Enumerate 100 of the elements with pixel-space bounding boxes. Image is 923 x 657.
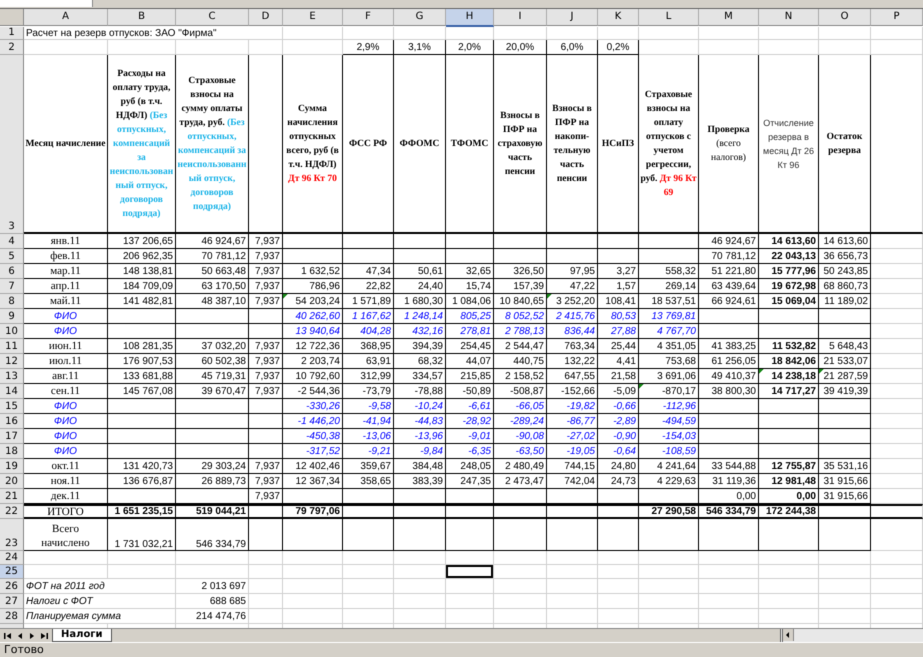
table-cell: -450,38 — [283, 429, 343, 444]
row-number[interactable]: 3 — [0, 55, 24, 234]
table-cell: -152,66 — [547, 384, 598, 399]
table-cell — [283, 594, 343, 609]
table-cell — [343, 519, 394, 551]
row-number[interactable]: 20 — [0, 474, 24, 489]
table-cell: 39 419,39 — [819, 384, 871, 399]
table-cell — [249, 594, 283, 609]
row-number[interactable]: 12 — [0, 354, 24, 369]
table-cell — [871, 369, 923, 384]
table-cell — [108, 444, 176, 459]
row-number[interactable]: 15 — [0, 399, 24, 414]
row-number[interactable]: 4 — [0, 234, 24, 249]
table-cell: 7,937 — [249, 294, 283, 309]
table-cell: 108,41 — [598, 294, 639, 309]
first-sheet-icon[interactable] — [3, 630, 13, 640]
table-cell — [871, 40, 923, 55]
column-header[interactable]: N — [759, 9, 819, 26]
column-title-cell: Сумма начисления отпускных всего, руб (в т.ч. НДФЛ) Дт 96 Кт 70 — [283, 55, 343, 234]
column-header[interactable]: O — [819, 9, 871, 26]
row-number[interactable]: 27 — [0, 594, 24, 609]
table-cell: 805,25 — [446, 309, 494, 324]
table-cell: 763,34 — [547, 339, 598, 354]
table-cell: 2 203,74 — [283, 354, 343, 369]
table-cell — [394, 565, 446, 579]
table-cell: 61 256,05 — [699, 354, 759, 369]
table-cell: 1 632,52 — [283, 264, 343, 279]
table-cell: 24,40 — [394, 279, 446, 294]
column-header[interactable]: I — [494, 9, 547, 26]
table-cell: 2 480,49 — [494, 459, 547, 474]
column-header[interactable]: A — [24, 9, 108, 26]
table-cell: 157,39 — [494, 279, 547, 294]
column-header[interactable]: F — [343, 9, 394, 26]
table-cell: 63 439,64 — [699, 279, 759, 294]
column-header[interactable]: P — [871, 9, 923, 26]
table-cell — [819, 324, 871, 339]
row-number[interactable]: 22 — [0, 504, 24, 519]
row-number[interactable]: 2 — [0, 40, 24, 55]
row-number[interactable]: 11 — [0, 339, 24, 354]
table-cell: 358,65 — [343, 474, 394, 489]
table-cell: 7,937 — [249, 354, 283, 369]
table-cell: 184 709,09 — [108, 279, 176, 294]
row-number[interactable]: 10 — [0, 324, 24, 339]
table-cell: ФИО — [24, 429, 108, 444]
table-cell — [249, 429, 283, 444]
row-number[interactable]: 7 — [0, 279, 24, 294]
row-number[interactable]: 6 — [0, 264, 24, 279]
row-number[interactable]: 13 — [0, 369, 24, 384]
table-cell — [819, 551, 871, 565]
row-number[interactable]: 5 — [0, 249, 24, 264]
table-cell — [394, 504, 446, 519]
table-cell: 13 940,64 — [283, 324, 343, 339]
table-cell: 21 287,59 — [819, 369, 871, 384]
row-number[interactable]: 18 — [0, 444, 24, 459]
column-header[interactable]: M — [699, 9, 759, 26]
table-cell — [394, 594, 446, 609]
table-cell: 7,937 — [249, 369, 283, 384]
row-number[interactable]: 17 — [0, 429, 24, 444]
row-number[interactable]: 26 — [0, 579, 24, 594]
row-number[interactable]: 25 — [0, 565, 24, 579]
table-cell — [283, 27, 343, 40]
row-number[interactable]: 24 — [0, 551, 24, 565]
sheet-tab[interactable]: Налоги — [52, 629, 112, 642]
table-cell: 48 387,10 — [176, 294, 249, 309]
row-number[interactable]: 28 — [0, 609, 24, 624]
column-header[interactable]: H — [446, 9, 494, 27]
column-header[interactable]: E — [283, 9, 343, 26]
column-header[interactable]: D — [249, 9, 283, 26]
horizontal-scrollbar[interactable] — [780, 629, 923, 642]
table-cell: 14 717,27 — [759, 384, 819, 399]
column-header[interactable]: C — [176, 9, 249, 26]
last-sheet-icon[interactable] — [39, 630, 49, 640]
table-cell: 132,22 — [547, 354, 598, 369]
table-cell — [494, 234, 547, 249]
table-cell — [343, 551, 394, 565]
table-cell: 0,00 — [759, 489, 819, 504]
table-cell — [699, 551, 759, 565]
table-cell: 688 685 — [176, 594, 249, 609]
table-cell: 29 303,24 — [176, 459, 249, 474]
row-number[interactable]: 16 — [0, 414, 24, 429]
table-cell: 404,28 — [343, 324, 394, 339]
row-number[interactable]: 21 — [0, 489, 24, 504]
table-cell: 46 924,67 — [699, 234, 759, 249]
row-number[interactable]: 8 — [0, 294, 24, 309]
column-header[interactable]: B — [108, 9, 176, 26]
row-number[interactable]: 14 — [0, 384, 24, 399]
table-cell: -9,58 — [343, 399, 394, 414]
scroll-left-icon[interactable] — [783, 629, 794, 641]
row-number[interactable]: 9 — [0, 309, 24, 324]
column-header[interactable]: G — [394, 9, 446, 26]
table-cell — [819, 444, 871, 459]
table-cell: 70 781,12 — [699, 249, 759, 264]
row-number[interactable]: 19 — [0, 459, 24, 474]
row-number[interactable]: 1 — [0, 27, 24, 40]
row-number[interactable]: 23 — [0, 519, 24, 551]
column-header[interactable]: L — [639, 9, 699, 26]
column-header[interactable]: J — [547, 9, 598, 26]
table-cell: 141 482,81 — [108, 294, 176, 309]
table-cell: 12 981,48 — [759, 474, 819, 489]
column-header[interactable]: K — [598, 9, 639, 26]
